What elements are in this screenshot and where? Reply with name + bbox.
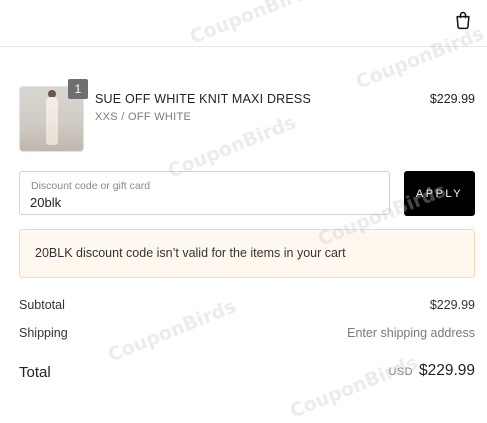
total-value-group: USD $229.99 bbox=[389, 362, 475, 380]
shipping-value: Enter shipping address bbox=[347, 326, 475, 340]
currency-code: USD bbox=[388, 366, 413, 378]
subtotal-row: Subtotal $229.99 bbox=[19, 298, 475, 316]
cart-line-item: 1 SUE OFF WHITE KNIT MAXI DRESS XXS / OF… bbox=[19, 79, 475, 152]
cart-button[interactable] bbox=[451, 8, 475, 32]
total-label: Total bbox=[19, 364, 51, 381]
product-price: $229.99 bbox=[429, 92, 475, 106]
shipping-row: Shipping Enter shipping address bbox=[19, 326, 475, 344]
product-title: SUE OFF WHITE KNIT MAXI DRESS bbox=[95, 92, 312, 106]
discount-error-message: 20BLK discount code isn’t valid for the … bbox=[35, 246, 346, 260]
discount-field-label: Discount code or gift card bbox=[31, 180, 151, 192]
product-variant: XXS / OFF WHITE bbox=[95, 111, 192, 123]
total-amount: $229.99 bbox=[418, 362, 475, 379]
discount-error-banner: 20BLK discount code isn’t valid for the … bbox=[19, 229, 475, 278]
shopping-bag-icon bbox=[456, 11, 470, 30]
subtotal-value: $229.99 bbox=[429, 298, 475, 312]
discount-code-field[interactable]: Discount code or gift card bbox=[19, 171, 390, 215]
checkout-header bbox=[0, 0, 487, 47]
discount-code-input[interactable] bbox=[30, 193, 370, 211]
apply-discount-button[interactable]: APPLY bbox=[404, 171, 475, 216]
total-row: Total USD $229.99 bbox=[19, 362, 475, 386]
subtotal-label: Subtotal bbox=[19, 298, 65, 312]
quantity-badge: 1 bbox=[68, 79, 88, 99]
shipping-label: Shipping bbox=[19, 326, 68, 340]
